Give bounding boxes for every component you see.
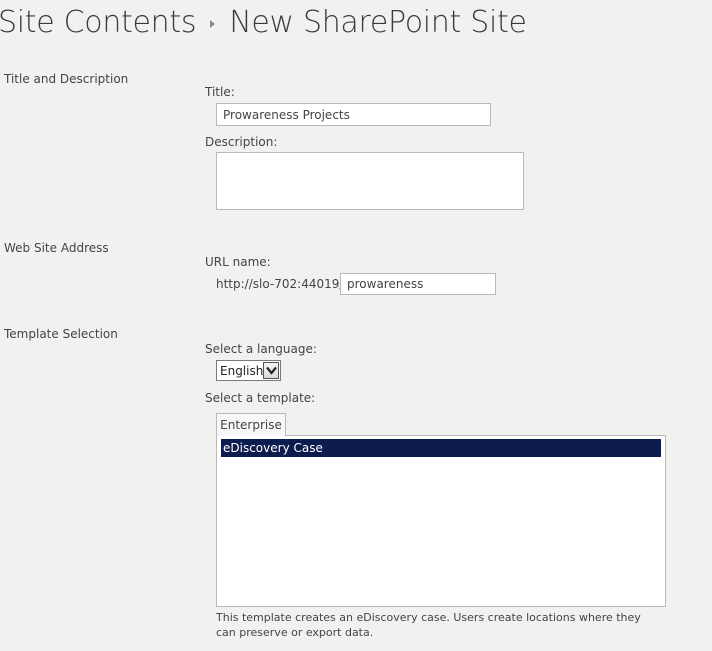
template-selection-heading: Template Selection — [4, 327, 118, 341]
section-title-and-description-heading: Title and Description — [4, 72, 129, 86]
description-label: Description: — [205, 135, 278, 149]
select-template-label: Select a template: — [205, 391, 316, 405]
url-prefix: http://slo-702:44019/ — [216, 277, 344, 291]
web-site-address-heading: Web Site Address — [4, 241, 109, 255]
chevron-down-icon[interactable] — [263, 362, 279, 379]
tab-enterprise[interactable]: Enterprise — [216, 413, 286, 436]
page-title: New SharePoint Site — [229, 4, 527, 40]
breadcrumb-site-contents-link[interactable]: Site Contents — [0, 5, 196, 40]
template-item-ediscovery-case[interactable]: eDiscovery Case — [221, 439, 661, 457]
title-input[interactable] — [216, 103, 491, 126]
url-name-label: URL name: — [205, 255, 271, 269]
new-site-page: Site Contents New SharePoint Site Title … — [0, 0, 712, 651]
url-name-input[interactable] — [340, 273, 496, 295]
select-language-label: Select a language: — [205, 342, 317, 356]
language-select-value: English — [220, 363, 264, 378]
chevron-right-icon — [210, 20, 216, 28]
template-list[interactable]: eDiscovery Case — [216, 435, 666, 607]
description-textarea[interactable] — [216, 152, 524, 210]
template-description: This template creates an eDiscovery case… — [216, 611, 641, 639]
breadcrumb: Site Contents New SharePoint Site — [0, 0, 527, 44]
language-select[interactable]: English — [216, 360, 281, 381]
title-label: Title: — [205, 85, 235, 99]
